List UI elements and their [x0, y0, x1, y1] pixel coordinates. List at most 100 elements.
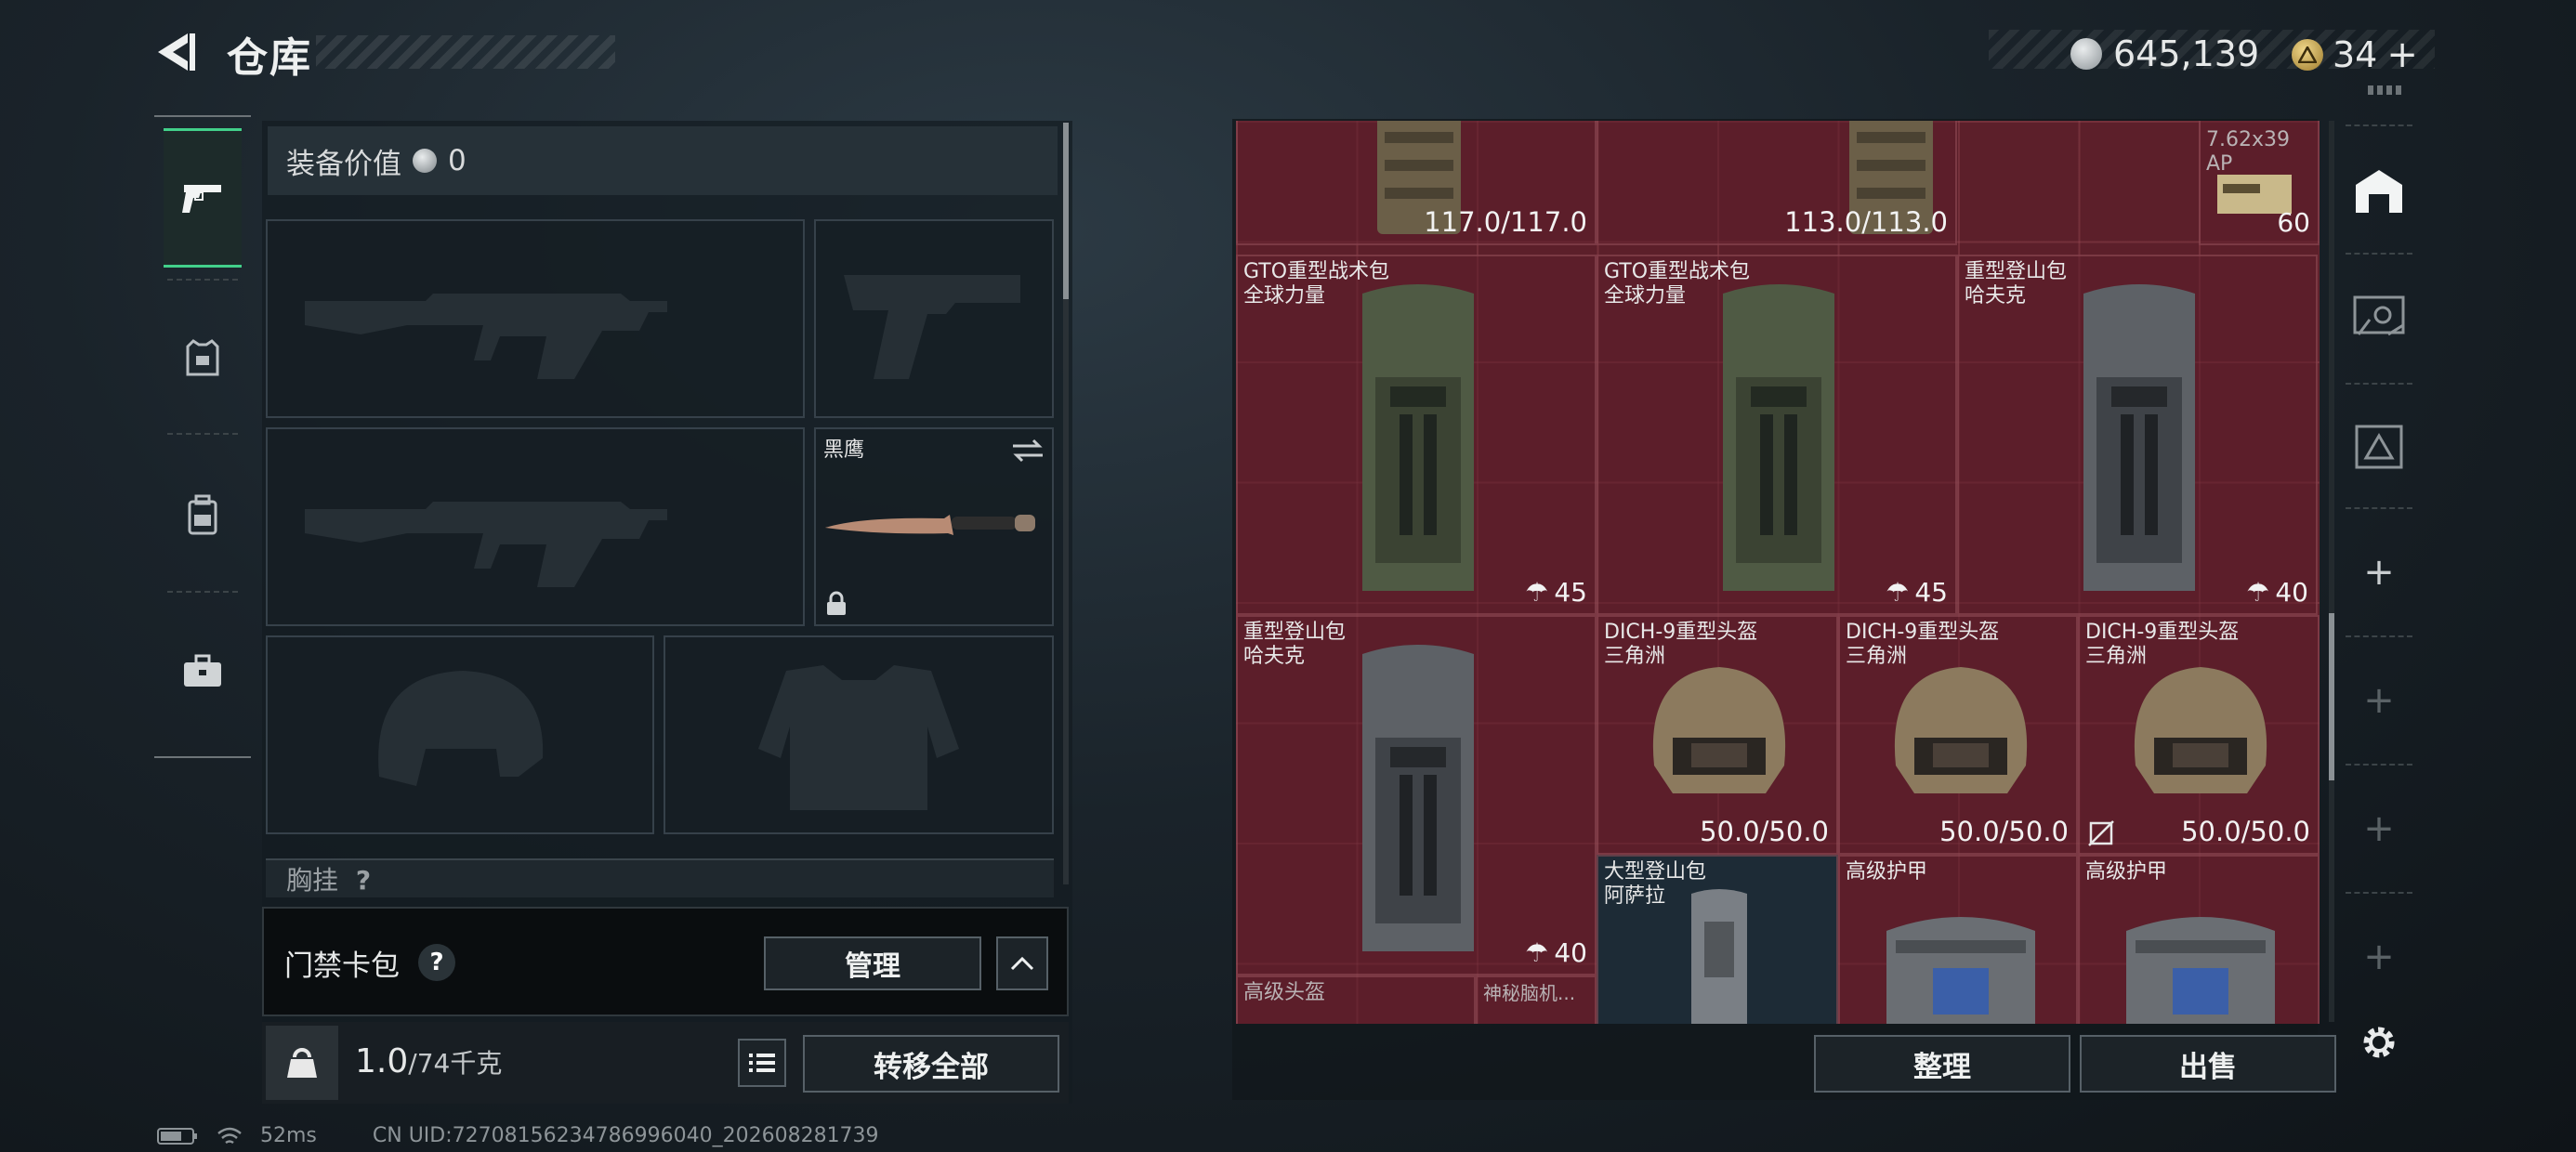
sort-button[interactable]: 整理: [1814, 1035, 2070, 1093]
chest-rig-label: 胸挂: [286, 865, 339, 896]
weight-current: 1.0: [355, 1042, 409, 1080]
secondary-weapon-slot[interactable]: [814, 219, 1054, 418]
armor-icon: [2126, 917, 2275, 1024]
weight-icon-box: [266, 1026, 338, 1100]
manage-button[interactable]: 管理: [764, 936, 981, 990]
storage-item[interactable]: 117.0/117.0: [1236, 121, 1597, 245]
gold-currency[interactable]: 34 +: [2292, 33, 2418, 76]
storage-item[interactable]: DICH-9重型头盔 三角洲 50.0/50.0: [1597, 615, 1838, 855]
storage-item[interactable]: DICH-9重型头盔 三角洲 50.0/50.0: [2078, 615, 2320, 855]
green-backpack-icon: [1723, 284, 1834, 591]
backpack-capacity-icon: ☂: [1525, 937, 1549, 968]
tab-armor[interactable]: [164, 288, 242, 427]
melee-slot[interactable]: 黑鹰: [814, 427, 1054, 626]
tab-case[interactable]: [164, 602, 242, 741]
capacity-value: ☂ 40: [2246, 577, 2308, 608]
backpack-capacity-icon: ☂: [1525, 577, 1549, 608]
add-storage-tab[interactable]: +: [2342, 663, 2416, 738]
storage-item[interactable]: 高级护甲: [1838, 855, 2078, 1024]
large-backpack-icon: [1691, 889, 1747, 1024]
add-storage-tab[interactable]: +: [2342, 535, 2416, 609]
primary-weapon-slot[interactable]: [266, 219, 805, 418]
storage-item[interactable]: DICH-9重型头盔 三角洲 50.0/50.0: [1838, 615, 2078, 855]
storage-item[interactable]: GTO重型战术包 全球力量 ☂ 45: [1597, 255, 1957, 615]
item-name: 高级头盔: [1243, 981, 1326, 1004]
safe-box-icon: [2353, 295, 2405, 336]
capacity-value: ☂ 40: [1525, 937, 1587, 968]
storage-scrollbar[interactable]: [2329, 613, 2334, 780]
equipment-value-bar: 装备价值 0: [268, 126, 1058, 195]
lock-icon: [827, 591, 846, 615]
ammo-count: 60: [2277, 207, 2310, 238]
storage-scrollbar-track[interactable]: [2329, 121, 2334, 1022]
durability-value: 113.0/113.0: [1784, 206, 1948, 238]
item-subname: 全球力量: [1243, 284, 1326, 308]
storage-tab-safe[interactable]: [2342, 279, 2416, 353]
add-storage-tab[interactable]: +: [2342, 920, 2416, 994]
green-backpack-icon: [1362, 284, 1474, 591]
list-icon: [749, 1054, 775, 1072]
durability-value: 117.0/117.0: [1424, 206, 1587, 238]
chest-rig-help-icon[interactable]: ?: [356, 865, 371, 896]
transfer-all-button[interactable]: 转移全部: [803, 1035, 1059, 1093]
storage-item[interactable]: 神秘脑机...: [1476, 975, 1597, 1024]
delta-vault-icon: [2355, 425, 2403, 469]
grey-backpack-icon: [1362, 645, 1474, 951]
knife-name: 黑鹰: [823, 439, 865, 462]
rifle-silhouette-icon: [305, 502, 667, 587]
rifle-silhouette-icon: [305, 294, 667, 379]
back-button[interactable]: [149, 26, 201, 78]
wifi-icon: [217, 1127, 242, 1144]
keycard-help-icon[interactable]: ?: [418, 944, 455, 981]
item-name: 高级护甲: [2085, 860, 2168, 884]
chest-rig-slot[interactable]: 胸挂 ?: [266, 858, 1054, 897]
keycard-label: 门禁卡包: [284, 949, 400, 983]
storage-tab-main[interactable]: [2342, 154, 2416, 229]
knife-icon: [825, 515, 1035, 535]
pistol-silhouette-icon: [844, 275, 1020, 379]
briefcase-icon: [184, 654, 221, 687]
collapse-button[interactable]: [996, 936, 1048, 990]
storage-grid[interactable]: 117.0/117.0 113.0/113.0 7.62x39 AP 60 GT…: [1236, 121, 2320, 1024]
rail-divider: [154, 756, 251, 758]
storage-tab-vault[interactable]: [2342, 409, 2416, 483]
title-decoration: [316, 35, 615, 69]
no-insurance-icon: [2088, 820, 2114, 846]
ping-value: 52ms: [260, 1124, 317, 1147]
helmet-silhouette-icon: [378, 671, 544, 786]
rail-divider: [154, 115, 251, 117]
sell-button[interactable]: 出售: [2080, 1035, 2336, 1093]
helmet-slot[interactable]: [266, 635, 654, 834]
secondary-rifle-slot[interactable]: [266, 427, 805, 626]
tab-weapons[interactable]: [164, 128, 242, 268]
gold-triangle-coin-icon: [2292, 39, 2323, 71]
swap-icon[interactable]: [1009, 437, 1046, 465]
storage-item[interactable]: 高级头盔: [1236, 975, 1476, 1024]
weight-readout: 1.0/74千克: [355, 1042, 502, 1080]
list-view-button[interactable]: [738, 1039, 786, 1087]
gear-icon: [2363, 1027, 2395, 1058]
item-name: 高级护甲: [1846, 860, 1928, 884]
add-storage-tab[interactable]: +: [2342, 792, 2416, 866]
storage-item[interactable]: GTO重型战术包 全球力量 ☂ 45: [1236, 255, 1597, 615]
settings-button[interactable]: [2342, 1005, 2416, 1080]
backpack-capacity-icon: ☂: [1886, 577, 1910, 608]
item-subname: AP: [2206, 152, 2233, 176]
tab-backpack[interactable]: [164, 446, 242, 585]
storage-item[interactable]: 重型登山包 哈夫克 ☂ 40: [1957, 255, 2318, 615]
loadout-scrollbar[interactable]: [1063, 123, 1069, 299]
storage-item[interactable]: 重型登山包 哈夫克 ☂ 40: [1236, 615, 1597, 975]
armor-slot[interactable]: [664, 635, 1054, 834]
storage-item[interactable]: 7.62x39 AP 60: [2199, 121, 2320, 245]
storage-item[interactable]: 大型登山包 阿萨拉: [1597, 855, 1838, 1024]
vest-icon: [186, 339, 219, 376]
storage-item[interactable]: 高级护甲: [2078, 855, 2320, 1024]
silver-coin-icon: [413, 149, 437, 173]
durability-value: 50.0/50.0: [1939, 816, 2069, 847]
add-currency-button[interactable]: +: [2386, 33, 2418, 76]
capacity-value: ☂ 45: [1886, 577, 1948, 608]
vest-silhouette-icon: [758, 665, 959, 810]
armor-icon: [1886, 917, 2035, 1024]
storage-item[interactable]: 113.0/113.0: [1597, 121, 1957, 245]
gold-amount: 34: [2333, 34, 2378, 75]
